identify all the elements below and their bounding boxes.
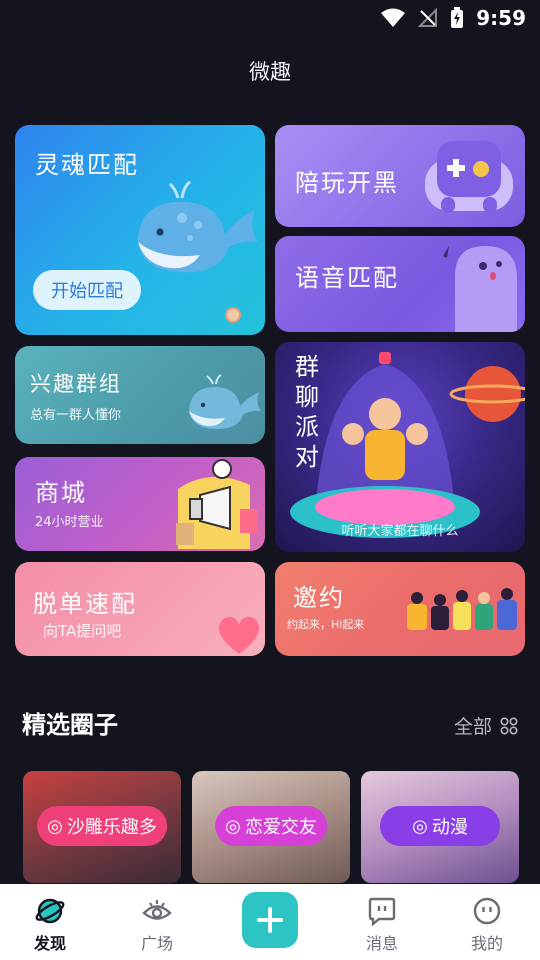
circle-label: 恋爱交友 — [244, 817, 317, 838]
voice-match-card[interactable]: 语音匹配 — [275, 236, 525, 332]
invite-subtitle: 约起来，Hi起来 — [287, 618, 365, 631]
interest-group-card[interactable]: 兴趣群组 总有一群人懂你 — [15, 346, 265, 444]
planet-icon — [35, 898, 65, 924]
see-all-link[interactable]: 全部 — [454, 712, 518, 739]
interest-group-title: 兴趣群组 — [30, 372, 122, 396]
page-title: 微趣 — [249, 60, 291, 84]
group-party-card[interactable]: 群 聊 派 对 听听大家都在聊什么 — [275, 342, 525, 552]
megaphone-shop-illustration — [176, 459, 258, 549]
circle-card-funny[interactable]: ◎ 沙雕乐趣多 — [23, 771, 181, 883]
quick-date-title: 脱单速配 — [33, 590, 137, 618]
quick-date-subtitle: 向TA提问吧 — [43, 622, 122, 640]
tab-label: 消息 — [365, 934, 398, 953]
add-post-button[interactable] — [242, 892, 298, 948]
whale-illustration — [138, 180, 258, 273]
plus-icon — [257, 907, 283, 933]
mall-card[interactable]: 商城 24小时营业 — [15, 457, 265, 551]
bottom-tab-bar: 发现 广场 消息 我的 — [0, 884, 540, 960]
heart-icon — [218, 616, 260, 654]
circle-tag: ◎ 沙雕乐趣多 — [37, 806, 167, 846]
circle-tag: ◎ 恋爱交友 — [215, 806, 327, 846]
voice-match-title: 语音匹配 — [295, 264, 399, 292]
tab-profile[interactable]: 我的 — [457, 896, 517, 954]
interest-group-subtitle: 总有一群人懂你 — [30, 408, 122, 423]
see-all-label: 全部 — [453, 716, 492, 738]
mall-title: 商城 — [35, 479, 87, 507]
soul-match-card[interactable]: 灵魂匹配 开始匹配 — [15, 125, 265, 335]
chat-icon — [368, 897, 396, 926]
status-time: 9:59 — [476, 6, 526, 30]
group-party-subtitle: 听听大家都在聊什么 — [341, 524, 459, 539]
gamepad-icon — [425, 141, 513, 213]
circle-tag: ◎ 动漫 — [380, 806, 500, 846]
eye-icon — [142, 900, 172, 920]
dribbble-icon: ◎ — [47, 815, 63, 837]
whale-small-illustration — [189, 374, 261, 430]
circle-card-anime[interactable]: ◎ 动漫 — [361, 771, 519, 883]
circle-label: 动漫 — [431, 817, 468, 838]
mic-ghost-illustration — [443, 246, 517, 332]
tab-square[interactable]: 广场 — [127, 896, 187, 954]
start-match-button[interactable]: 开始匹配 — [33, 270, 141, 310]
dribbble-icon: ◎ — [412, 815, 428, 837]
badge-icon — [225, 307, 241, 323]
play-game-card[interactable]: 陪玩开黑 — [275, 125, 525, 227]
invite-title: 邀约 — [293, 584, 345, 612]
wifi-icon — [380, 8, 406, 28]
battery-charging-icon — [450, 7, 464, 29]
circle-label: 沙雕乐趣多 — [66, 817, 157, 838]
quick-date-card[interactable]: 脱单速配 向TA提问吧 — [15, 562, 265, 656]
tab-discover[interactable]: 发现 — [20, 896, 80, 954]
status-bar: 9:59 — [0, 0, 540, 36]
face-icon — [473, 897, 501, 925]
mall-subtitle: 24小时营业 — [35, 515, 104, 530]
no-signal-icon — [418, 8, 438, 28]
soul-match-title: 灵魂匹配 — [35, 151, 139, 179]
invite-card[interactable]: 邀约 约起来，Hi起来 — [275, 562, 525, 656]
tab-label: 广场 — [140, 934, 173, 953]
dribbble-icon: ◎ — [225, 815, 241, 837]
tab-label: 我的 — [470, 934, 503, 953]
featured-section-title: 精选圈子 — [22, 711, 118, 739]
circle-card-dating[interactable]: ◎ 恋爱交友 — [192, 771, 350, 883]
crowd-illustration — [407, 588, 517, 630]
tab-label: 发现 — [33, 934, 66, 953]
grid-icon — [500, 716, 518, 735]
tab-messages[interactable]: 消息 — [352, 896, 412, 954]
play-game-title: 陪玩开黑 — [295, 169, 399, 197]
